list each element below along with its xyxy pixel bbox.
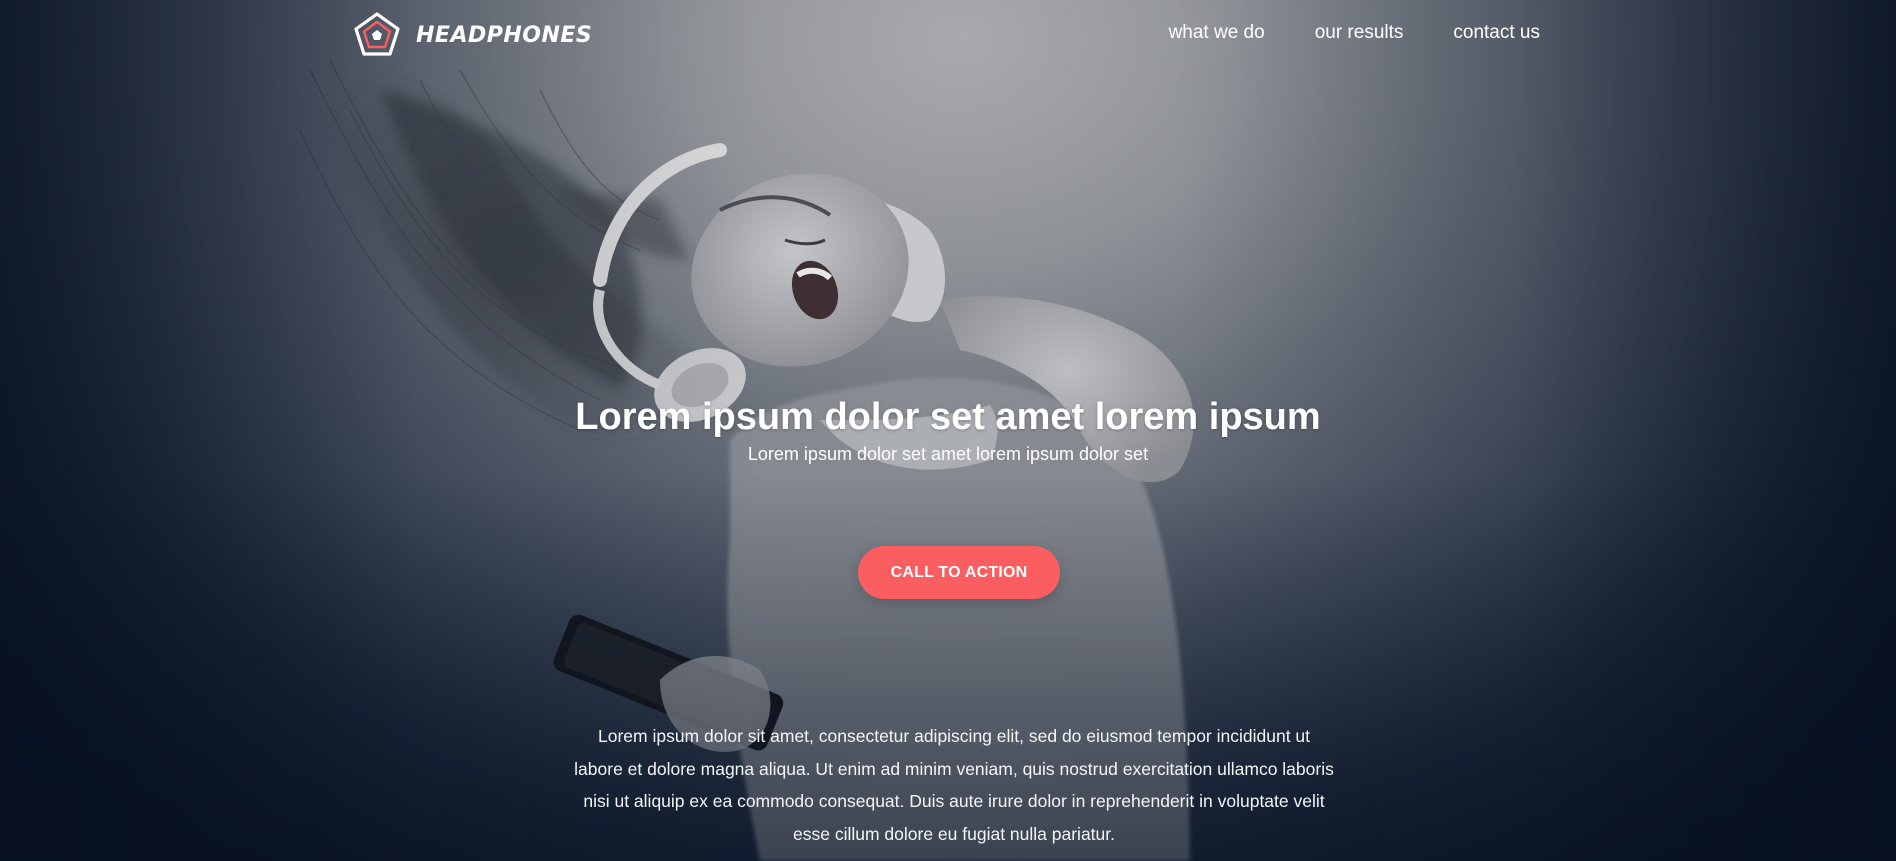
nav-link-contact-us[interactable]: contact us xyxy=(1453,22,1540,43)
pentagon-logo-icon xyxy=(354,12,400,56)
brand-name: HEADPHONES xyxy=(416,22,593,48)
nav-link-our-results[interactable]: our results xyxy=(1315,22,1404,43)
hero-body-text: Lorem ipsum dolor sit amet, consectetur … xyxy=(574,726,1334,844)
brand-logo-link[interactable]: HEADPHONES xyxy=(352,10,592,60)
site-header: HEADPHONES what we do our results contac… xyxy=(0,0,1896,72)
main-nav: what we do our results contact us xyxy=(1169,22,1540,44)
hero-headline: Lorem ipsum dolor set amet lorem ipsum xyxy=(575,396,1321,438)
nav-item-what-we-do: what we do xyxy=(1169,22,1265,44)
nav-item-our-results: our results xyxy=(1315,22,1404,44)
call-to-action-button[interactable]: CALL TO ACTION xyxy=(858,546,1060,599)
nav-link-what-we-do[interactable]: what we do xyxy=(1169,22,1265,43)
nav-item-contact-us: contact us xyxy=(1453,22,1540,44)
hero-subheadline: Lorem ipsum dolor set amet lorem ipsum d… xyxy=(747,444,1149,464)
